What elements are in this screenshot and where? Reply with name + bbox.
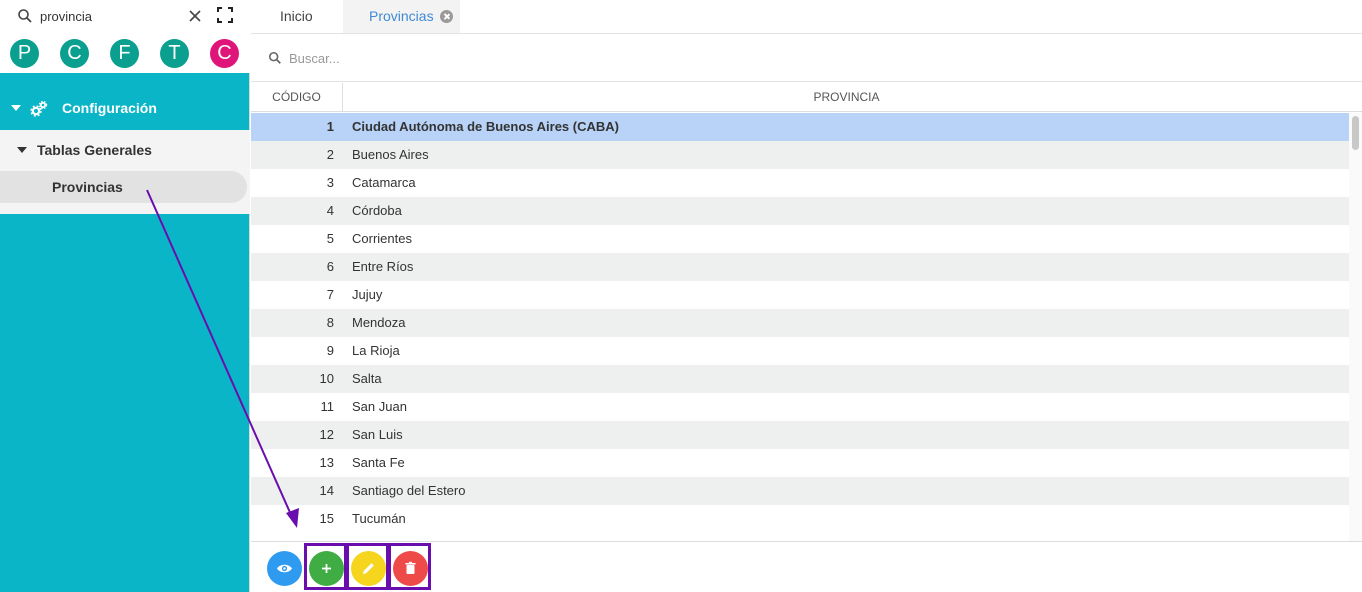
cell-provincia: Santiago del Estero — [352, 483, 466, 498]
cell-codigo: 13 — [319, 455, 334, 470]
avatar-p[interactable]: P — [10, 39, 39, 68]
table-row[interactable]: 6 Entre Ríos — [251, 253, 1349, 281]
close-tab-icon[interactable] — [440, 10, 453, 23]
table-row[interactable]: 4 Córdoba — [251, 197, 1349, 225]
cell-codigo: 11 — [320, 399, 335, 414]
cell-provincia: Jujuy — [352, 287, 383, 302]
clear-search-icon[interactable] — [186, 7, 204, 25]
caret-down-icon — [17, 147, 27, 153]
avatar-c[interactable]: C — [60, 39, 89, 68]
grid-body: 1 Ciudad Autónoma de Buenos Aires (CABA) 2… — [251, 113, 1349, 541]
sidebar-header: provincia P C F T C — [0, 0, 250, 73]
cell-provincia: Ciudad Autónoma de Buenos Aires (CABA) — [352, 119, 619, 134]
cell-provincia: San Juan — [352, 399, 407, 414]
plus-icon — [322, 564, 331, 573]
grid-search-input[interactable] — [289, 48, 689, 68]
main-content: Inicio Provincias CÓDIGO PROVINCIA 1 Ciud… — [251, 0, 1362, 592]
search-icon — [268, 51, 281, 64]
cell-codigo: 10 — [319, 371, 334, 386]
tab-provincias-label: Provincias — [369, 8, 434, 24]
cell-codigo: 8 — [326, 315, 334, 330]
scrollbar-thumb[interactable] — [1352, 116, 1359, 150]
avatar-c-pink[interactable]: C — [210, 39, 239, 68]
cell-codigo: 4 — [326, 203, 334, 218]
trash-icon — [405, 561, 416, 574]
cell-codigo: 1 — [326, 119, 334, 134]
tab-inicio[interactable]: Inicio — [251, 0, 343, 33]
menu-search-input[interactable]: provincia — [40, 8, 92, 25]
cell-provincia: Corrientes — [352, 231, 412, 246]
cell-provincia: Salta — [352, 371, 382, 386]
cell-provincia: Buenos Aires — [352, 147, 429, 162]
menu-item-provincias-label: Provincias — [52, 179, 123, 195]
cell-codigo: 15 — [319, 511, 334, 526]
table-row[interactable]: 13 Santa Fe — [251, 449, 1349, 477]
tab-bar: Inicio Provincias — [251, 0, 1362, 34]
cell-codigo: 7 — [326, 287, 334, 302]
submenu: Tablas Generales Provincias — [0, 130, 250, 214]
cell-codigo: 14 — [319, 483, 334, 498]
caret-down-icon — [11, 105, 21, 111]
vertical-scrollbar[interactable] — [1349, 113, 1362, 541]
avatar-f[interactable]: F — [110, 39, 139, 68]
cell-provincia: Tucumán — [352, 511, 406, 526]
cell-provincia: Mendoza — [352, 315, 406, 330]
cell-codigo: 6 — [326, 259, 334, 274]
menu-item-provincias[interactable]: Provincias — [0, 171, 247, 203]
cell-codigo: 2 — [326, 147, 334, 162]
cell-provincia: Santa Fe — [352, 455, 405, 470]
avatar-t[interactable]: T — [160, 39, 189, 68]
tab-provincias[interactable]: Provincias — [343, 0, 460, 33]
cell-provincia: San Luis — [352, 427, 403, 442]
cell-codigo: 5 — [326, 231, 334, 246]
table-row[interactable]: 9 La Rioja — [251, 337, 1349, 365]
delete-button[interactable] — [393, 551, 428, 586]
column-header-codigo[interactable]: CÓDIGO — [251, 83, 343, 112]
view-button[interactable] — [267, 551, 302, 586]
cell-provincia: Catamarca — [352, 175, 416, 190]
table-row[interactable]: 7 Jujuy — [251, 281, 1349, 309]
column-header-provincia[interactable]: PROVINCIA — [344, 83, 1349, 112]
search-icon — [18, 9, 32, 23]
cell-codigo: 3 — [326, 175, 334, 190]
table-row[interactable]: 2 Buenos Aires — [251, 141, 1349, 169]
table-row[interactable]: 11 San Juan — [251, 393, 1349, 421]
table-row[interactable]: 8 Mendoza — [251, 309, 1349, 337]
table-row[interactable]: 10 Salta — [251, 365, 1349, 393]
cell-codigo: 9 — [326, 343, 334, 358]
cell-provincia: Entre Ríos — [352, 259, 414, 274]
action-toolbar — [251, 541, 1362, 592]
cell-provincia: La Rioja — [352, 343, 400, 358]
fullscreen-icon[interactable] — [216, 6, 234, 24]
table-row[interactable]: 12 San Luis — [251, 421, 1349, 449]
table-row[interactable]: 5 Corrientes — [251, 225, 1349, 253]
cell-provincia: Córdoba — [352, 203, 402, 218]
tab-inicio-label: Inicio — [280, 8, 313, 24]
table-row[interactable]: 14 Santiago del Estero — [251, 477, 1349, 505]
menu-item-configuracion[interactable]: Configuración — [0, 88, 250, 130]
menu-item-configuracion-label: Configuración — [62, 100, 157, 116]
sidebar: provincia P C F T C Configuración Tablas — [0, 0, 250, 592]
table-row[interactable]: 3 Catamarca — [251, 169, 1349, 197]
gears-icon — [30, 100, 48, 117]
table-row[interactable]: 15 Tucumán — [251, 505, 1349, 533]
grid-search-bar — [251, 34, 1362, 82]
eye-icon — [277, 564, 292, 573]
add-button[interactable] — [309, 551, 344, 586]
table-row[interactable]: 1 Ciudad Autónoma de Buenos Aires (CABA) — [251, 113, 1349, 141]
menu-item-tablas-generales-label: Tablas Generales — [37, 142, 152, 158]
cell-codigo: 12 — [319, 427, 334, 442]
menu-search[interactable]: provincia — [0, 0, 250, 32]
menu-item-tablas-generales[interactable]: Tablas Generales — [0, 130, 250, 170]
pencil-icon — [363, 563, 374, 574]
edit-button[interactable] — [351, 551, 386, 586]
grid-header: CÓDIGO PROVINCIA — [251, 83, 1362, 112]
